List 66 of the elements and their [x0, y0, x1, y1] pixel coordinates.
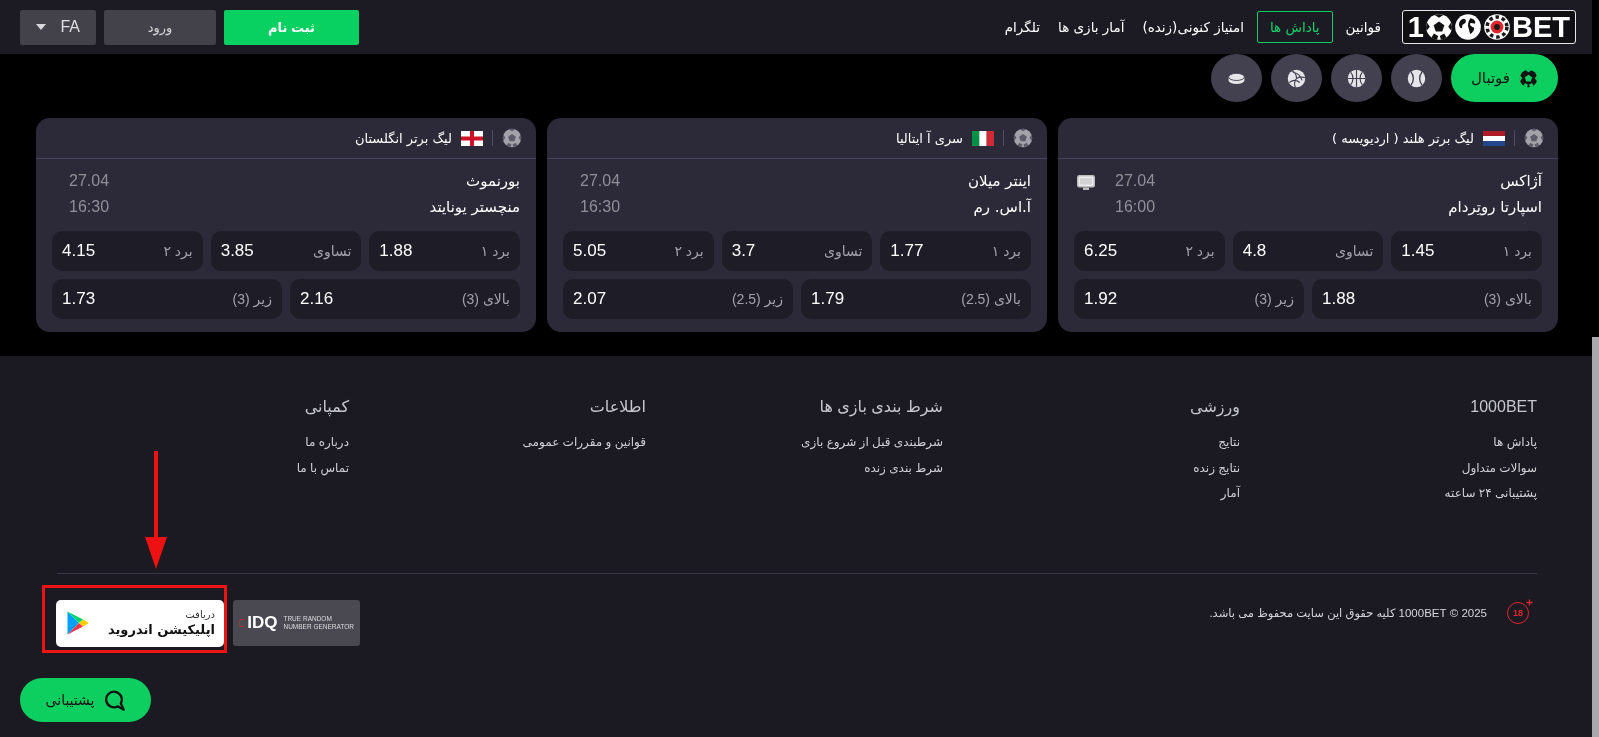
- match-date: 27.04: [1115, 171, 1156, 191]
- football-icon: [1519, 68, 1538, 88]
- footer-link[interactable]: شرطبندی قبل از شروع بازی: [801, 430, 943, 456]
- footer-heading: شرط بندی بازی ها: [819, 397, 943, 418]
- footer-link[interactable]: نتایج: [1218, 430, 1240, 456]
- footer-heading: اطلاعات: [589, 397, 646, 417]
- nav-link[interactable]: امتیاز کنونی(زنده): [1133, 11, 1253, 43]
- nav-link[interactable]: پاداش ها: [1256, 11, 1333, 43]
- league-name: لیگ برتر هلند ( اردیویسه ): [1332, 130, 1474, 146]
- team-name: اینتر میلان: [968, 171, 1031, 192]
- support-button[interactable]: پشتیبانی: [20, 678, 151, 722]
- volleyball-icon: [1286, 68, 1306, 88]
- football-icon: [502, 128, 522, 148]
- footer-link[interactable]: تماس با ما: [296, 455, 349, 481]
- match-time: 16:30: [580, 197, 621, 217]
- copyright-text: 2025 © 1000BET کلیه حقوق این سایت محفوظ می باشد.: [1209, 605, 1487, 620]
- match-date: 27.04: [580, 171, 621, 191]
- footer-link[interactable]: آمار: [1220, 481, 1240, 507]
- app-download-badge[interactable]: دریافت اپلیکیشن اندروید: [56, 599, 224, 647]
- league-name: لیگ برتر انگلستان: [354, 130, 452, 146]
- flag-icon: [1483, 130, 1505, 146]
- footer-link[interactable]: درباره ما: [305, 430, 349, 456]
- footer-heading: کمپانی: [304, 397, 349, 418]
- team-name: منچستر یونایتد: [429, 197, 520, 218]
- nav-link[interactable]: تلگرام: [995, 11, 1049, 43]
- poker-chip-icon: [1483, 13, 1511, 41]
- sport-tab[interactable]: [1270, 54, 1322, 102]
- footer-link[interactable]: پاداش ها: [1493, 430, 1537, 456]
- footer-link[interactable]: سوالات متداول: [1461, 455, 1537, 481]
- football-icon: [1013, 128, 1033, 148]
- caret-icon: [36, 24, 46, 30]
- globe-icon: [1454, 13, 1482, 41]
- team-name: آ.اس. رم: [973, 197, 1031, 218]
- sport-tab[interactable]: [1390, 54, 1442, 102]
- brand-text: IDQ: [247, 612, 278, 633]
- login-button[interactable]: ورود: [104, 9, 216, 45]
- flag-icon: [972, 130, 994, 146]
- match-time: 16:30: [69, 197, 110, 217]
- football-icon: [1425, 13, 1453, 41]
- tennis-ball-icon: [1406, 68, 1426, 88]
- footer-link[interactable]: قوانین و مقررات عمومی: [522, 430, 646, 456]
- team-name: اسپارتا روتِردام: [1448, 197, 1542, 218]
- match-date: 27.04: [69, 171, 110, 191]
- team-name: آژاکس: [1500, 171, 1542, 192]
- footer-heading: ورزشی: [1190, 397, 1240, 418]
- league-name: سری آ ایتالیا: [895, 130, 963, 146]
- match-time: 16:00: [1115, 197, 1156, 217]
- flag-icon: [461, 130, 483, 146]
- sport-tab[interactable]: فوتبال: [1450, 54, 1558, 102]
- plus-icon: [1526, 598, 1533, 606]
- footer-link[interactable]: شرط بندی زنده: [864, 455, 943, 481]
- chat-bubble-icon: [104, 689, 126, 711]
- team-name: بورنموث: [466, 171, 520, 192]
- footer-heading: 1000BET: [1470, 397, 1537, 417]
- site-logo[interactable]: 1 BET: [1401, 10, 1576, 44]
- language-select[interactable]: FA: [20, 9, 96, 45]
- football-icon: [1524, 128, 1544, 148]
- basketball-icon: [1346, 68, 1366, 88]
- footer-link[interactable]: پشتیبانی ۲۴ ساعته: [1444, 481, 1537, 507]
- nav-link[interactable]: آمار بازی ها: [1049, 11, 1134, 43]
- scrollbar-thumb[interactable]: [1592, 337, 1599, 737]
- play-store-icon: [65, 610, 89, 636]
- footer-link[interactable]: نتایج زنده: [1193, 455, 1240, 481]
- nav-link[interactable]: قوانین: [1336, 11, 1390, 43]
- sport-tab[interactable]: [1210, 54, 1262, 102]
- sport-tab[interactable]: [1330, 54, 1382, 102]
